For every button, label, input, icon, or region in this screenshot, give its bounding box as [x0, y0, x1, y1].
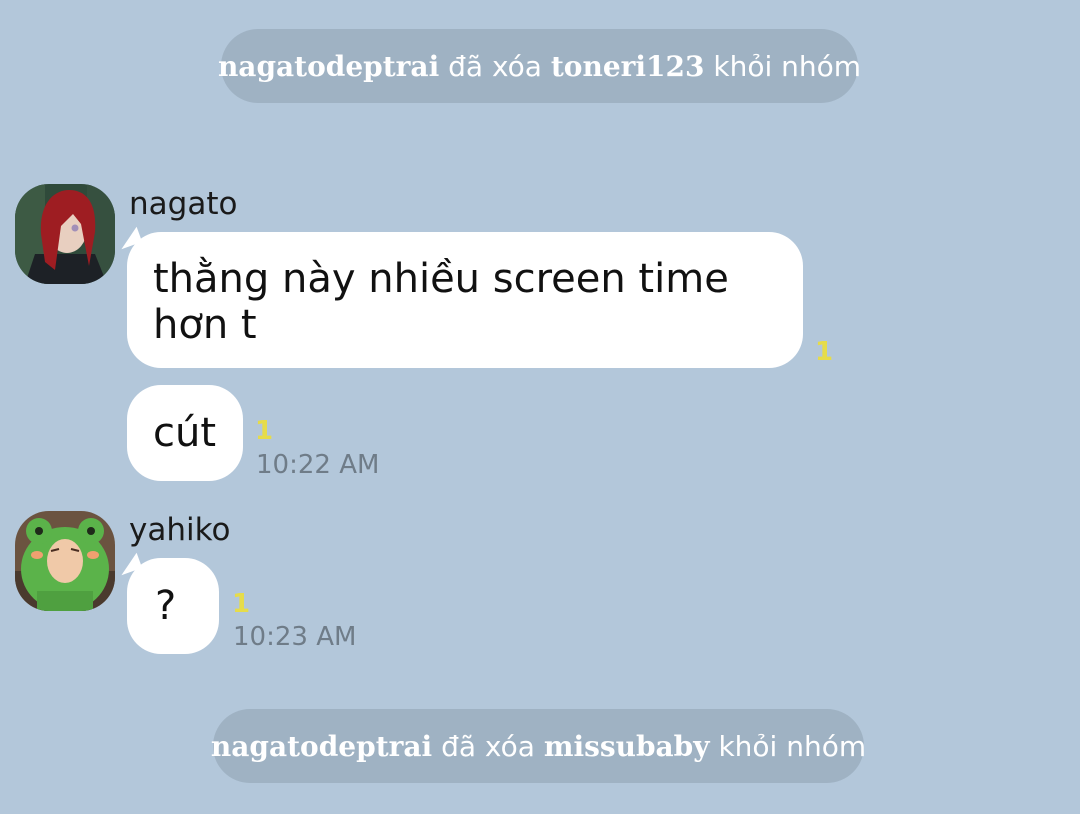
- avatar-yahiko[interactable]: [15, 511, 115, 611]
- system-message-removed-member: nagatodeptrai đã xóa toneri123 khỏi nhóm: [217, 29, 862, 103]
- system-suffix: khỏi nhóm: [718, 729, 867, 763]
- avatar-nagato[interactable]: [15, 184, 115, 284]
- message-bubble[interactable]: thằng này nhiều screen time hơn t: [127, 232, 803, 368]
- sender-name: yahiko: [129, 512, 231, 548]
- message-text: thằng này nhiều screen time hơn t: [153, 256, 729, 348]
- message-bubble[interactable]: cút: [127, 385, 243, 481]
- system-message-removed-member: nagatodeptrai đã xóa missubaby khỏi nhóm: [210, 709, 867, 783]
- message-timestamp: 10:22 AM: [256, 450, 380, 480]
- system-actor: nagatodeptrai: [217, 49, 440, 83]
- system-suffix: khỏi nhóm: [713, 49, 862, 83]
- sender-name: nagato: [129, 186, 238, 222]
- system-target: toneri123: [550, 49, 705, 83]
- unread-count: 1: [232, 589, 251, 619]
- system-actor: nagatodeptrai: [210, 729, 433, 763]
- message-bubble[interactable]: ?: [127, 558, 219, 654]
- unread-count: 1: [255, 416, 274, 446]
- red-haired-character-avatar-icon: [15, 184, 115, 284]
- message-text: cút: [153, 410, 217, 456]
- system-target: missubaby: [543, 729, 710, 763]
- system-verb: đã xóa: [441, 729, 535, 763]
- message-text: ?: [155, 583, 177, 629]
- frog-hood-character-avatar-icon: [15, 511, 115, 611]
- unread-count: 1: [815, 337, 834, 367]
- system-verb: đã xóa: [448, 49, 542, 83]
- message-timestamp: 10:23 AM: [233, 622, 357, 652]
